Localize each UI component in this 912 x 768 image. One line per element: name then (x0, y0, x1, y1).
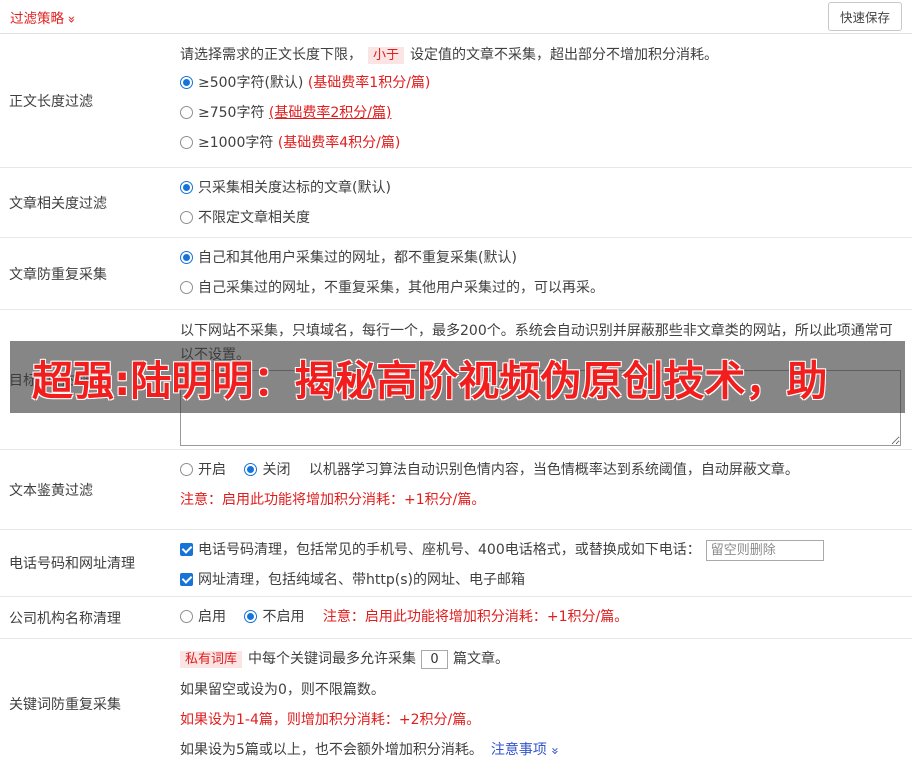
option-label: ≥500字符(默认) (198, 75, 303, 91)
radio-checked-icon[interactable] (244, 610, 257, 623)
checkbox-checked-icon[interactable] (180, 543, 193, 556)
section-label-keyword-dedup: 关键词防重复采集 (0, 639, 172, 768)
phone-clean-option[interactable]: 电话号码清理，包括常见的手机号、座机号、400电话格式，或替换成如下电话： (180, 535, 905, 565)
relevance-option-any[interactable]: 不限定文章相关度 (180, 203, 905, 233)
checkbox-checked-icon[interactable] (180, 573, 193, 586)
option-label: 自己采集过的网址，不重复采集，其他用户采集过的，可以再采。 (198, 280, 604, 296)
radio-checked-icon[interactable] (180, 76, 193, 89)
intro-text-post: 设定值的文章不采集，超出部分不增加积分消耗。 (410, 47, 718, 63)
section-relevance: 文章相关度过滤 只采集相关度达标的文章(默认) 不限定文章相关度 (0, 168, 912, 238)
radio-icon[interactable] (180, 211, 193, 224)
option-label: 网址清理，包括纯域名、带http(s)的网址、电子邮箱 (198, 572, 525, 588)
section-label-company-clean: 公司机构名称清理 (0, 597, 172, 638)
section-content: 自己和其他用户采集过的网址，都不重复采集(默认) 自己采集过的网址，不重复采集，… (172, 238, 912, 309)
section-content: 私有词库中每个关键词最多允许采集 篇文章。 如果留空或设为0，则不限篇数。 如果设… (172, 639, 912, 768)
radio-checked-icon[interactable] (180, 181, 193, 194)
topbar: 过滤策略» 快速保存 (0, 0, 912, 34)
watermark-text: 超强:陆明明：揭秘高阶视频伪原创技术，助 (32, 347, 827, 407)
radio-icon[interactable] (180, 463, 193, 476)
option-label: 不限定文章相关度 (198, 210, 310, 226)
porn-option-off[interactable]: 关闭 (244, 462, 290, 478)
porn-cost-note: 注意：启用此功能将增加积分消耗：+1积分/篇。 (180, 485, 905, 515)
notes-link[interactable]: 注意事项» (491, 742, 558, 758)
radio-icon[interactable] (180, 610, 193, 623)
section-label-dedup: 文章防重复采集 (0, 238, 172, 309)
fee-note: (基础费率4积分/篇) (278, 135, 401, 151)
section-content: 请选择需求的正文长度下限， 小于设定值的文章不采集，超出部分不增加积分消耗。 ≥5… (172, 34, 912, 167)
section-company-clean: 公司机构名称清理 启用 不启用 注意：启用此功能将增加积分消耗：+1积分/篇。 (0, 597, 912, 639)
keyword-limit-input[interactable] (421, 650, 448, 669)
section-phone-url-clean: 电话号码和网址清理 电话号码清理，包括常见的手机号、座机号、400电话格式，或替… (0, 530, 912, 597)
company-option-on[interactable]: 启用 (180, 609, 226, 625)
radio-icon[interactable] (180, 106, 193, 119)
relevance-option-strict[interactable]: 只采集相关度达标的文章(默认) (180, 173, 905, 203)
radio-icon[interactable] (180, 136, 193, 149)
section-label-porn-filter: 文本鉴黄过滤 (0, 450, 172, 529)
private-lexicon-tag[interactable]: 私有词库 (180, 651, 242, 668)
section-porn-filter: 文本鉴黄过滤 开启 关闭 以机器学习算法自动识别色情内容，当色情概率达到系统阈值… (0, 450, 912, 530)
option-label: 开启 (198, 462, 226, 478)
length-option-1000[interactable]: ≥1000字符 (基础费率4积分/篇) (180, 128, 905, 158)
radio-checked-icon[interactable] (180, 251, 193, 264)
quick-save-button[interactable]: 快速保存 (828, 2, 902, 31)
phone-replace-input[interactable] (706, 540, 824, 561)
less-than-tag: 小于 (368, 47, 404, 64)
keyword-limit-text: 中每个关键词最多允许采集 (248, 651, 416, 667)
porn-option-on[interactable]: 开启 (180, 462, 226, 478)
porn-description: 以机器学习算法自动识别色情内容，当色情概率达到系统阈值，自动屏蔽文章。 (309, 462, 799, 478)
section-content: 开启 关闭 以机器学习算法自动识别色情内容，当色情概率达到系统阈值，自动屏蔽文章… (172, 450, 912, 529)
page-title[interactable]: 过滤策略» (10, 7, 75, 27)
chevron-down-icon: » (63, 15, 78, 23)
chevron-down-icon: » (539, 747, 569, 755)
fee-note: (基础费率1积分/篇) (308, 75, 431, 91)
option-label: 自己和其他用户采集过的网址，都不重复采集(默认) (198, 250, 517, 266)
section-label-phone-url-clean: 电话号码和网址清理 (0, 530, 172, 596)
radio-icon[interactable] (180, 281, 193, 294)
length-option-500[interactable]: ≥500字符(默认) (基础费率1积分/篇) (180, 68, 905, 98)
keyword-note-cost: 如果设为1-4篇，则增加积分消耗：+2积分/篇。 (180, 705, 905, 735)
watermark-overlay: 超强:陆明明：揭秘高阶视频伪原创技术，助 (10, 341, 905, 413)
radio-checked-icon[interactable] (244, 463, 257, 476)
option-label: 不启用 (262, 609, 304, 625)
section-dedup: 文章防重复采集 自己和其他用户采集过的网址，都不重复采集(默认) 自己采集过的网… (0, 238, 912, 310)
section-keyword-dedup: 关键词防重复采集 私有词库中每个关键词最多允许采集 篇文章。 如果留空或设为0，则… (0, 639, 912, 768)
option-label: 只采集相关度达标的文章(默认) (198, 180, 391, 196)
dedup-option-self[interactable]: 自己采集过的网址，不重复采集，其他用户采集过的，可以再采。 (180, 273, 905, 303)
url-clean-option[interactable]: 网址清理，包括纯域名、带http(s)的网址、电子邮箱 (180, 565, 905, 595)
keyword-note-five: 如果设为5篇或以上，也不会额外增加积分消耗。 (180, 742, 483, 758)
section-content: 启用 不启用 注意：启用此功能将增加积分消耗：+1积分/篇。 (172, 597, 912, 638)
fee-note: (基础费率2积分/篇) (269, 105, 392, 121)
option-label: ≥750字符 (198, 105, 264, 121)
section-label-relevance: 文章相关度过滤 (0, 168, 172, 237)
keyword-note-zero: 如果留空或设为0，则不限篇数。 (180, 675, 905, 705)
section-content: 只采集相关度达标的文章(默认) 不限定文章相关度 (172, 168, 912, 237)
section-content: 电话号码清理，包括常见的手机号、座机号、400电话格式，或替换成如下电话： 网址… (172, 530, 912, 596)
option-label: 电话号码清理，包括常见的手机号、座机号、400电话格式，或替换成如下电话： (198, 542, 701, 558)
option-label: 关闭 (262, 462, 290, 478)
page-title-text: 过滤策略 (10, 11, 64, 27)
option-label: 启用 (198, 609, 226, 625)
company-cost-note: 注意：启用此功能将增加积分消耗：+1积分/篇。 (323, 609, 628, 625)
length-intro: 请选择需求的正文长度下限， 小于设定值的文章不采集，超出部分不增加积分消耗。 (180, 43, 905, 68)
company-option-off[interactable]: 不启用 (244, 609, 304, 625)
section-content-length: 正文长度过滤 请选择需求的正文长度下限， 小于设定值的文章不采集，超出部分不增加积… (0, 34, 912, 168)
dedup-option-all[interactable]: 自己和其他用户采集过的网址，都不重复采集(默认) (180, 243, 905, 273)
section-label-content-length: 正文长度过滤 (0, 34, 172, 167)
keyword-limit-tail: 篇文章。 (453, 651, 509, 667)
length-option-750[interactable]: ≥750字符 (基础费率2积分/篇) (180, 98, 905, 128)
intro-text-pre: 请选择需求的正文长度下限， (180, 47, 362, 63)
option-label: ≥1000字符 (198, 135, 273, 151)
